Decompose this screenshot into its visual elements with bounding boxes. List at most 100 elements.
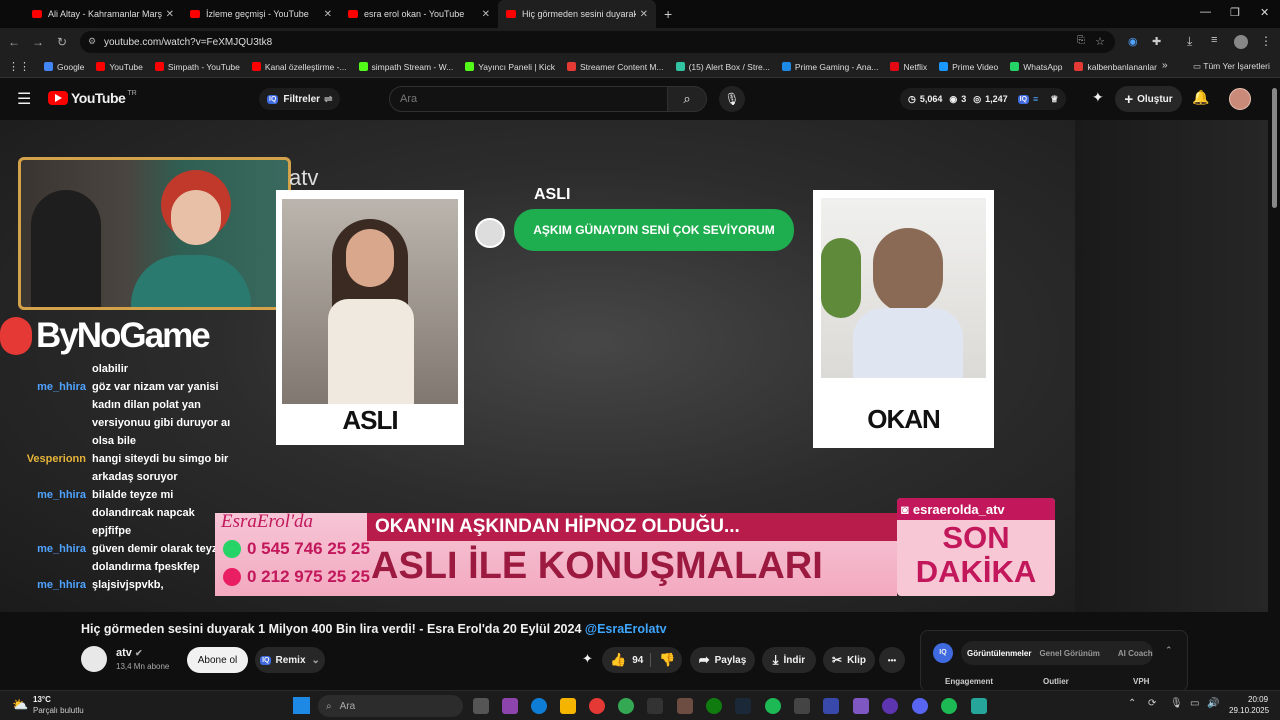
channel-avatar[interactable] xyxy=(81,646,107,672)
download-button[interactable]: ⤓ İndir xyxy=(762,647,816,673)
hamburger-menu-icon[interactable]: ☰ xyxy=(17,89,31,109)
forward-icon[interactable]: → xyxy=(26,35,50,49)
app-icon[interactable] xyxy=(853,698,869,714)
close-tab-icon[interactable]: ✕ xyxy=(324,9,332,20)
file-explorer-icon[interactable] xyxy=(560,698,576,714)
chrome-icon[interactable] xyxy=(618,698,634,714)
clock-date[interactable]: 29.10.2025 xyxy=(1229,706,1269,715)
bookmark-item[interactable]: WhatsApp xyxy=(1010,62,1062,72)
scrollbar-thumb[interactable] xyxy=(1272,88,1277,208)
bookmark-item[interactable]: (15) Alert Box / Stre... xyxy=(675,62,770,72)
close-tab-icon[interactable]: ✕ xyxy=(640,9,648,20)
channel-name[interactable]: atv xyxy=(116,647,132,659)
install-icon[interactable]: ⎘ xyxy=(1077,35,1085,46)
bookmark-item[interactable]: Kanal özelleştirme -... xyxy=(251,62,347,72)
notification-bell-icon[interactable]: 🔔 xyxy=(1192,89,1209,106)
bookmark-item[interactable]: Google xyxy=(44,62,84,72)
bookmark-item[interactable]: Streamer Content M... xyxy=(566,62,664,72)
back-icon[interactable]: ← xyxy=(2,35,26,49)
profile-avatar[interactable] xyxy=(1234,35,1248,49)
bookmarks-more-icon[interactable]: » xyxy=(1162,60,1168,71)
thumb-down-icon[interactable]: 👎 xyxy=(659,652,675,668)
stats-widget[interactable]: ◷ 5,064 ◉ 3 ◎ 1,247 IQ ≡ ♕ xyxy=(900,88,1067,110)
chevron-up-icon[interactable]: ⌃ xyxy=(1165,645,1173,656)
capcut-icon[interactable] xyxy=(794,698,810,714)
address-bar[interactable]: ⚙ youtube.com/watch?v=FeXMJQU3tk8 ⎘ ☆ xyxy=(80,31,1115,53)
tab-ai-coach[interactable]: AI Coach xyxy=(1118,649,1153,658)
microphone-icon[interactable]: 🎙 xyxy=(1170,698,1183,709)
xbox-icon[interactable] xyxy=(706,698,722,714)
ai-sparkle-icon[interactable]: ✦ xyxy=(1092,89,1104,106)
voice-search-button[interactable]: 🎙 xyxy=(719,86,745,112)
maximize-icon[interactable]: ❐ xyxy=(1230,6,1240,19)
discord-icon[interactable] xyxy=(912,698,928,714)
download-icon[interactable]: ⤓ xyxy=(1187,34,1192,49)
page-scrollbar[interactable] xyxy=(1268,78,1280,690)
windows-start-icon[interactable] xyxy=(293,697,310,714)
youtube-logo[interactable]: YouTube TR xyxy=(48,90,137,106)
close-tab-icon[interactable]: ✕ xyxy=(482,9,490,20)
bookmark-star-icon[interactable]: ☆ xyxy=(1095,35,1105,48)
apps-grid-icon[interactable]: ⋮⋮ xyxy=(8,60,30,73)
tray-overflow-icon[interactable]: ⌃ xyxy=(1128,698,1136,709)
spotify-icon[interactable] xyxy=(765,698,781,714)
extensions-puzzle-icon[interactable]: ✚ xyxy=(1152,35,1161,48)
all-bookmarks-folder[interactable]: ▭ Tüm Yer İşaretleri xyxy=(1193,61,1270,72)
app-icon[interactable] xyxy=(823,698,839,714)
bookmark-item[interactable]: simpath Stream - W... xyxy=(358,62,453,72)
opera-icon[interactable] xyxy=(589,698,605,714)
browser-tab[interactable]: Ali Altay - Kahramanlar Marşı ✕ xyxy=(24,0,182,28)
bookmark-item[interactable]: YouTube xyxy=(96,62,143,72)
more-actions-button[interactable]: ••• xyxy=(879,647,905,673)
extension-icon[interactable]: ◉ xyxy=(1128,35,1138,48)
clock-time[interactable]: 20:09 xyxy=(1248,695,1268,704)
menu-kebab-icon[interactable]: ⋮ xyxy=(1260,34,1272,48)
weather-icon[interactable]: ⛅ xyxy=(12,697,28,713)
thumb-up-icon[interactable]: 👍 xyxy=(610,652,626,668)
epic-games-icon[interactable] xyxy=(647,698,663,714)
browser-tab[interactable]: İzleme geçmişi - YouTube ✕ xyxy=(182,0,340,28)
minimize-icon[interactable]: — xyxy=(1200,6,1211,18)
account-avatar[interactable] xyxy=(1229,88,1251,110)
bookmark-item[interactable]: Netflix xyxy=(890,62,927,72)
bookmark-item[interactable]: Prime Gaming - Ana... xyxy=(781,62,878,72)
sync-icon[interactable]: ⟳ xyxy=(1148,698,1156,709)
ai-sparkle-icon[interactable]: ✦ xyxy=(582,651,593,667)
bookmarks-bar: ⋮⋮ Google YouTube Simpath - YouTube Kanal ö… xyxy=(0,56,1280,78)
new-tab-icon[interactable]: + xyxy=(664,6,672,22)
bookmark-item[interactable]: Prime Video xyxy=(939,62,998,72)
steam-icon[interactable] xyxy=(735,698,751,714)
filters-button[interactable]: IQ Filtreler ⇌ xyxy=(259,88,341,110)
edge-icon[interactable] xyxy=(531,698,547,714)
search-button[interactable]: ⌕ xyxy=(667,86,707,112)
subscribe-button[interactable]: Abone ol xyxy=(187,647,248,673)
close-window-icon[interactable]: ✕ xyxy=(1260,6,1269,19)
taskbar-search[interactable]: ⌕ Ara xyxy=(318,695,463,717)
site-info-icon[interactable]: ⚙ xyxy=(88,36,96,47)
app-icon[interactable] xyxy=(677,698,693,714)
channel-mention-link[interactable]: @EsraErolatv xyxy=(585,622,667,636)
task-view-icon[interactable] xyxy=(473,698,489,714)
search-input[interactable]: Ara xyxy=(389,86,668,112)
network-icon[interactable]: ▭ xyxy=(1190,698,1199,709)
tab-overview[interactable]: Genel Görünüm xyxy=(1039,649,1099,658)
browser-tab-active[interactable]: Hiç görmeden sesini duyarak 1 ✕ xyxy=(498,0,656,28)
obs-icon[interactable] xyxy=(882,698,898,714)
clip-button[interactable]: ✂ Klip xyxy=(823,647,875,673)
bookmark-item[interactable]: Simpath - YouTube xyxy=(154,62,240,72)
share-button[interactable]: ➦ Paylaş xyxy=(690,647,755,673)
spotify-icon[interactable] xyxy=(941,698,957,714)
browser-tab[interactable]: esra erol okan - YouTube ✕ xyxy=(340,0,498,28)
media-icon[interactable]: ≡ xyxy=(1211,34,1217,46)
bookmark-item[interactable]: Yayıncı Paneli | Kick xyxy=(465,62,555,72)
channel-name-row[interactable]: atv ✔ xyxy=(116,647,143,659)
tab-views[interactable]: Görüntülenmeler xyxy=(965,645,1033,662)
app-icon[interactable] xyxy=(971,698,987,714)
volume-icon[interactable]: 🔊 xyxy=(1207,698,1219,709)
reload-icon[interactable]: ↻ xyxy=(50,35,74,49)
close-tab-icon[interactable]: ✕ xyxy=(166,9,174,20)
remix-button[interactable]: IQ Remix ⌄ xyxy=(255,647,325,673)
create-button[interactable]: + Oluştur xyxy=(1115,86,1182,112)
bookmark-item[interactable]: kalbenbanlananlar xyxy=(1074,62,1157,72)
copilot-icon[interactable] xyxy=(502,698,518,714)
